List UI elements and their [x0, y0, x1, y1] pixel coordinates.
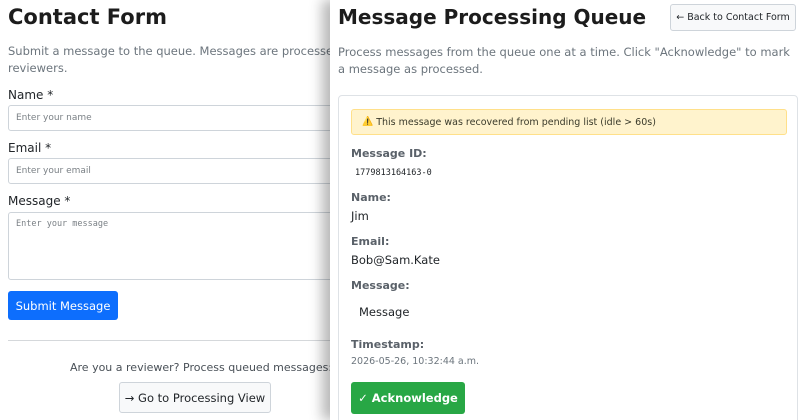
- message-id-value: 1779813164163-0: [355, 168, 432, 178]
- back-to-contact-form-button[interactable]: ← Back to Contact Form: [670, 4, 796, 31]
- message-textarea[interactable]: [8, 212, 340, 280]
- processing-panel: Message Processing Queue ← Back to Conta…: [330, 0, 800, 420]
- message-card: ⚠️ This message was recovered from pendi…: [338, 95, 798, 420]
- name-label: Name *: [8, 88, 54, 102]
- contact-form-panel: Contact Form Submit a message to the que…: [0, 0, 340, 420]
- email-input[interactable]: [8, 158, 340, 184]
- email-field-value: Bob@Sam.Kate: [351, 253, 440, 267]
- timestamp-value: 2026-05-26, 10:32:44 a.m.: [351, 356, 480, 367]
- message-id-label: Message ID:: [351, 147, 427, 160]
- acknowledge-button[interactable]: ✓ Acknowledge: [351, 382, 465, 414]
- name-input[interactable]: [8, 105, 340, 131]
- go-to-processing-button[interactable]: → Go to Processing View: [119, 382, 271, 413]
- email-field-label: Email:: [351, 235, 390, 248]
- contact-form-intro: Submit a message to the queue. Messages …: [8, 44, 340, 75]
- name-field-label: Name:: [351, 191, 391, 204]
- submit-message-button[interactable]: Submit Message: [8, 291, 118, 320]
- divider: [8, 340, 340, 341]
- processing-title: Message Processing Queue: [338, 5, 647, 29]
- warning-text: This message was recovered from pending …: [376, 116, 656, 128]
- processing-intro: Process messages from the queue one at a…: [338, 45, 790, 76]
- email-label: Email *: [8, 141, 52, 155]
- warning-icon: ⚠️: [362, 117, 374, 127]
- message-field-label: Message:: [351, 279, 410, 292]
- reviewer-prompt: Are you a reviewer? Process queued messa…: [70, 361, 333, 374]
- message-label: Message *: [8, 194, 71, 208]
- message-field-value: Message: [359, 305, 410, 319]
- name-field-value: Jim: [351, 209, 369, 223]
- contact-form-title: Contact Form: [8, 5, 167, 29]
- timestamp-label: Timestamp:: [351, 338, 425, 351]
- recovered-warning-alert: ⚠️ This message was recovered from pendi…: [351, 109, 787, 135]
